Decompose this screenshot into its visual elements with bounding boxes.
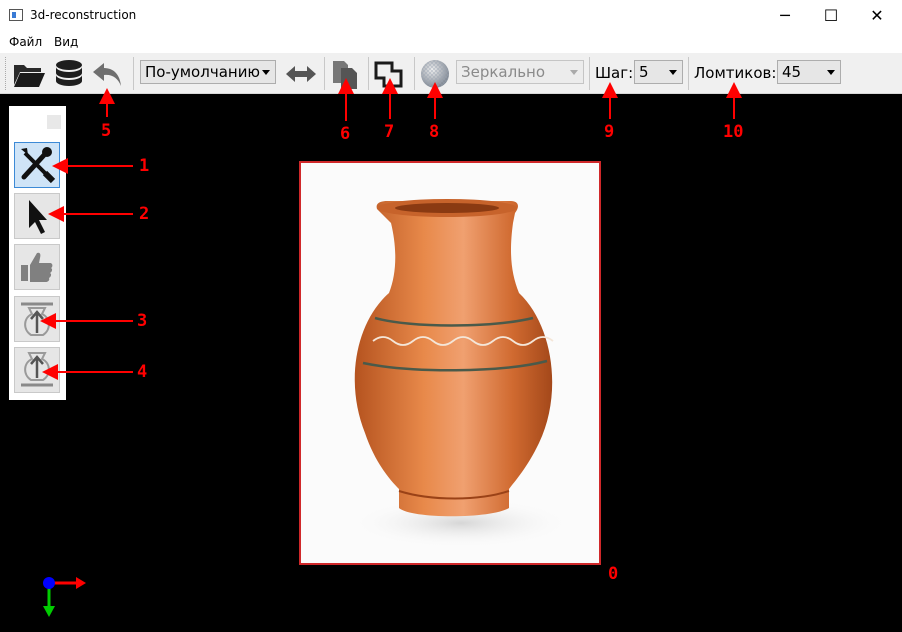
menu-view[interactable]: Вид [54, 35, 78, 49]
annotation-label-5: 5 [101, 121, 112, 141]
toolbar-separator [589, 57, 590, 90]
annotation-label-7: 7 [384, 122, 395, 142]
chevron-down-icon [669, 70, 677, 75]
toolbar-separator [324, 57, 325, 90]
bottom-cut-button[interactable] [14, 347, 60, 393]
mirror-select-value: Зеркально [461, 63, 546, 81]
toolbar-separator [414, 57, 415, 90]
wrench-screwdriver-icon [21, 147, 56, 184]
toolbar-grip[interactable] [5, 57, 8, 90]
vase-photo [299, 161, 601, 565]
chevron-down-icon [827, 70, 835, 75]
vase-image [301, 163, 599, 563]
annotation-label-3: 3 [137, 311, 148, 331]
maximize-button[interactable]: ☐ [808, 0, 854, 31]
slices-select[interactable]: 45 [777, 60, 841, 84]
step-select-value: 5 [639, 63, 649, 81]
vase-top-arrow-icon [21, 302, 53, 336]
folder-open-icon[interactable] [12, 57, 46, 91]
mode-select-value: По-умолчанию [145, 63, 261, 81]
swap-horizontal-icon[interactable] [284, 57, 318, 91]
menu-file[interactable]: Файл [9, 35, 42, 49]
menu-bar: Файл Вид [0, 31, 902, 53]
window-title: 3d-reconstruction [30, 8, 137, 22]
approve-button[interactable] [14, 244, 60, 290]
thumbs-up-icon [21, 252, 53, 282]
annotation-label-10: 10 [723, 122, 744, 142]
copy-pages-icon[interactable] [328, 57, 362, 91]
cursor-arrow-icon [29, 200, 47, 234]
annotation-label-9: 9 [604, 122, 615, 142]
chevron-down-icon [262, 70, 270, 75]
database-icon[interactable] [52, 57, 86, 91]
slices-select-value: 45 [782, 63, 802, 81]
slices-label: Ломтиков: [694, 64, 777, 82]
axis-gizmo [43, 577, 86, 617]
vase-bottom-arrow-icon [21, 352, 53, 387]
title-bar: 3d-reconstruction ─ ☐ ✕ [0, 0, 902, 31]
step-label: Шаг: [595, 64, 634, 82]
annotation-label-1: 1 [139, 156, 150, 176]
annotation-label-4: 4 [137, 362, 148, 382]
chevron-down-icon [570, 70, 578, 75]
minimize-button[interactable]: ─ [762, 0, 808, 31]
close-button[interactable]: ✕ [854, 0, 900, 31]
mirror-select[interactable]: Зеркально [456, 60, 584, 84]
top-cut-button[interactable] [14, 296, 60, 342]
annotation-label-2: 2 [139, 204, 150, 224]
tools-button[interactable] [14, 142, 60, 188]
app-icon [9, 9, 23, 21]
toolbar-separator [688, 57, 689, 90]
toolbar-separator [368, 57, 369, 90]
mode-select[interactable]: По-умолчанию [140, 60, 276, 84]
toolbar-separator [133, 57, 134, 90]
tool-panel [9, 106, 66, 400]
panel-close-button[interactable] [47, 115, 61, 129]
polygon-outline-icon[interactable] [372, 57, 406, 91]
step-select[interactable]: 5 [634, 60, 683, 84]
annotation-label-6: 6 [340, 124, 351, 144]
toolbar: По-умолчанию Зеркально Шаг: 5 Ломтиков: … [0, 53, 902, 94]
undo-icon[interactable] [90, 57, 124, 91]
sphere-texture-icon[interactable] [418, 57, 452, 91]
annotation-label-8: 8 [429, 122, 440, 142]
annotation-label-0: 0 [608, 564, 619, 584]
select-button[interactable] [14, 193, 60, 239]
